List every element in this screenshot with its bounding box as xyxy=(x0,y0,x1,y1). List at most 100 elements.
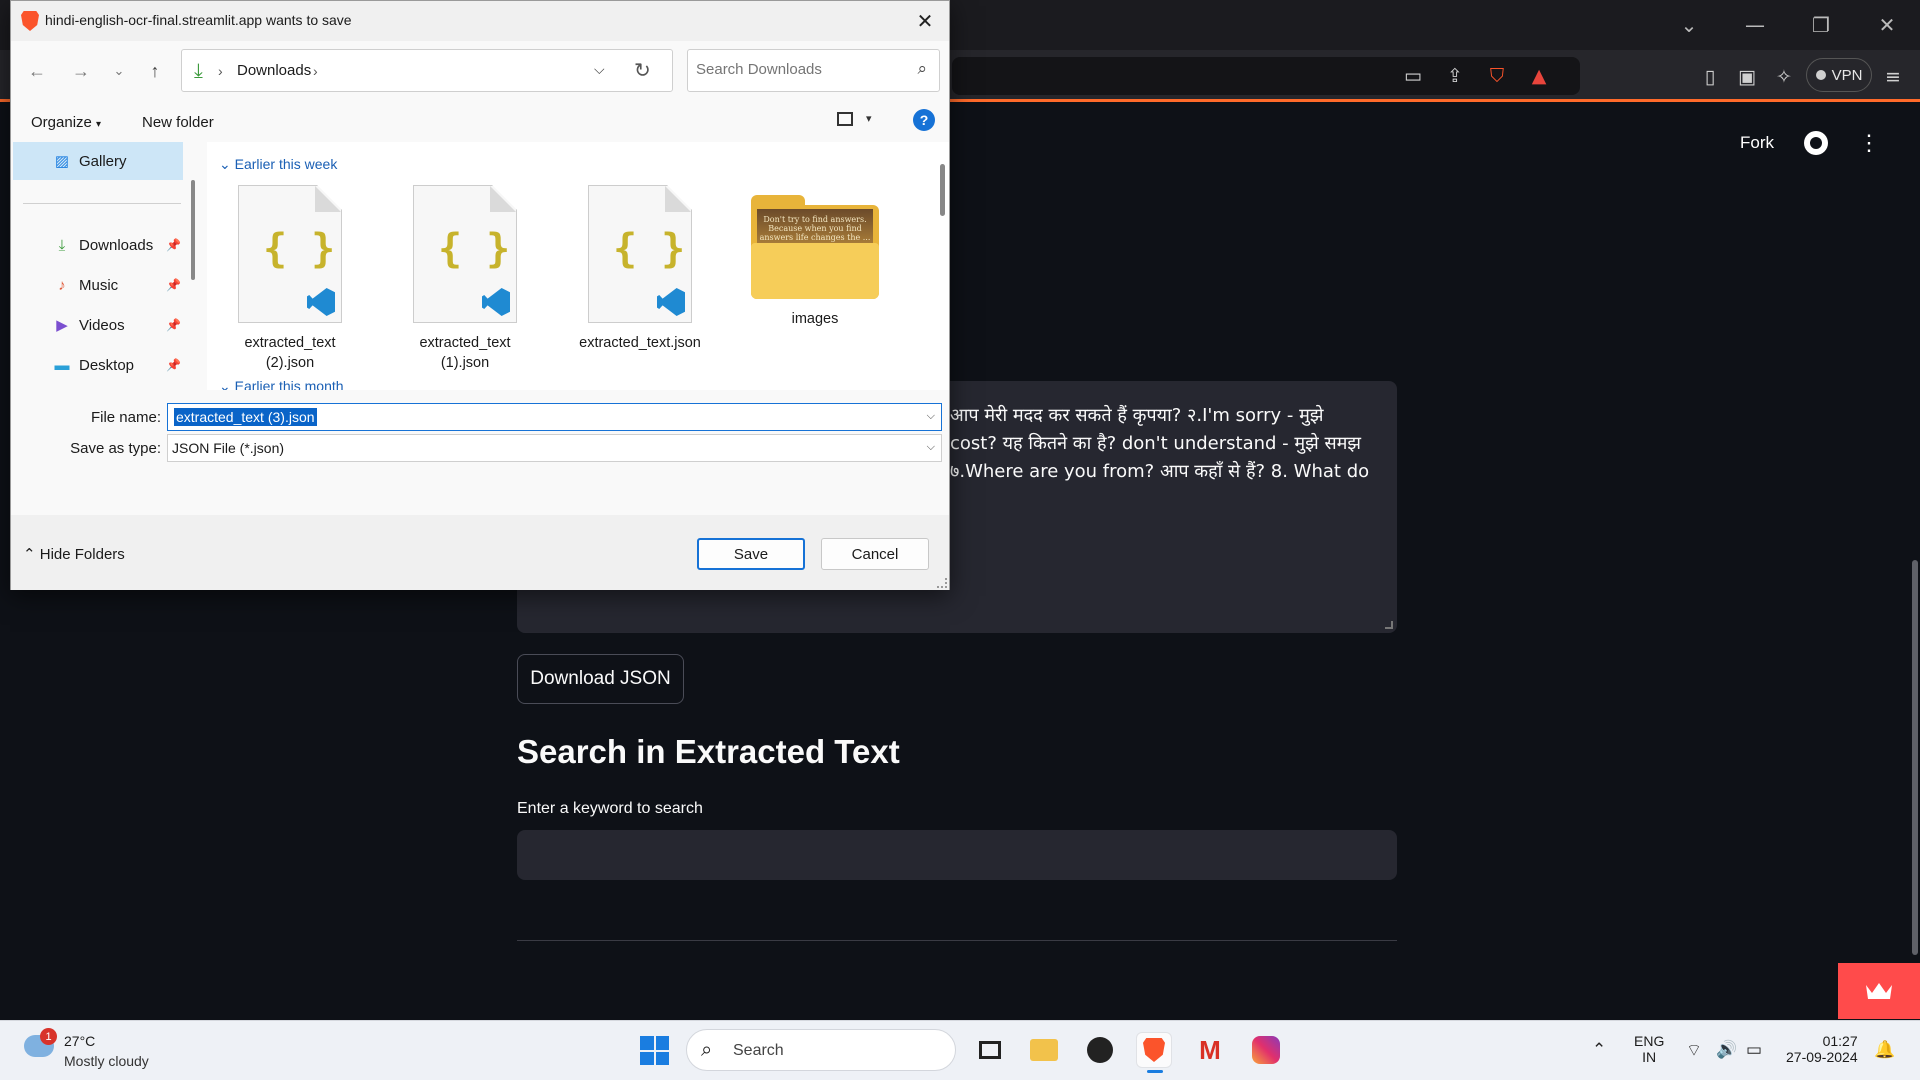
new-folder-button[interactable]: New folder xyxy=(142,114,214,131)
file-name-dropdown-chevron-icon[interactable]: ⌵ xyxy=(927,410,935,423)
save-type-row: Save as type: JSON File (*.json) ⌵ xyxy=(11,434,949,462)
file-list-scrollbar[interactable] xyxy=(940,164,945,216)
breadcrumb-downloads[interactable]: Downloads xyxy=(237,62,311,79)
cast-icon[interactable]: ▭ xyxy=(1400,63,1426,89)
json-file-icon: { } xyxy=(238,185,342,323)
search-label: Enter a keyword to search xyxy=(517,800,703,817)
main-menu-icon[interactable]: ⋮ xyxy=(1858,130,1880,156)
battery-icon[interactable]: ▭ xyxy=(1746,1040,1762,1060)
save-type-label: Save as type: xyxy=(70,440,161,457)
streamlit-crown-badge[interactable] xyxy=(1838,963,1920,1019)
taskbar-search[interactable]: ⌕ Search xyxy=(686,1029,956,1071)
share-icon[interactable]: ⇪ xyxy=(1442,63,1468,89)
dialog-resize-grip[interactable] xyxy=(937,578,947,588)
view-dropdown-chevron-icon[interactable]: ▾ xyxy=(866,112,872,125)
up-arrow-icon[interactable]: ↑ xyxy=(141,57,169,85)
group-header-this-week[interactable]: ⌄ Earlier this week xyxy=(219,156,337,173)
resize-handle[interactable] xyxy=(1385,621,1393,629)
address-bar[interactable]: ▭ ⇪ ⛉ ▲ xyxy=(952,57,1580,95)
dialog-title: hindi-english-ocr-final.streamlit.app wa… xyxy=(45,12,352,28)
divider xyxy=(517,940,1397,941)
restore-button[interactable]: ❐ xyxy=(1788,0,1854,50)
menu-icon[interactable]: ≡ xyxy=(1880,64,1906,90)
wifi-icon[interactable]: ⌔ xyxy=(1686,1040,1702,1061)
vpn-button[interactable]: VPN xyxy=(1806,58,1872,92)
fork-link[interactable]: Fork xyxy=(1740,133,1774,153)
search-heading: Search in Extracted Text xyxy=(517,733,900,770)
volume-icon[interactable]: 🔊 xyxy=(1716,1040,1737,1060)
clock[interactable]: 01:27 27-09-2024 xyxy=(1786,1033,1858,1065)
dialog-close-button[interactable]: ✕ xyxy=(909,5,941,37)
organize-menu[interactable]: Organize ▾ xyxy=(31,114,101,131)
search-downloads-box[interactable]: ⌕ xyxy=(687,49,940,92)
nav-item-videos[interactable]: ▶ Videos 📌 xyxy=(13,306,183,344)
nav-item-downloads[interactable]: ⤓ Downloads 📌 xyxy=(13,226,183,264)
nav-item-desktop[interactable]: ▬ Desktop 📌 xyxy=(13,346,183,384)
file-name-input[interactable]: extracted_text (3).json ⌵ xyxy=(167,403,942,431)
file-item[interactable]: { } extracted_text (1).json xyxy=(390,185,540,373)
organize-chevron-icon: ▾ xyxy=(96,119,102,130)
windows-taskbar: 1 27°C Mostly cloudy ⌕ Search M ⌃ ENG IN… xyxy=(0,1020,1920,1080)
file-name: extracted_text (2).json xyxy=(244,335,336,371)
recent-locations-chevron-icon[interactable]: ⌄ xyxy=(105,57,133,85)
address-breadcrumb[interactable]: ⤓ › Downloads › ⌵ ↻ xyxy=(181,49,673,92)
desktop-icon: ▬ xyxy=(54,356,70,374)
download-icon: ⤓ xyxy=(58,236,66,254)
breadcrumb-chevron-icon[interactable]: › xyxy=(218,63,223,79)
forward-arrow-icon[interactable]: → xyxy=(67,57,95,85)
pin-icon[interactable]: 📌 xyxy=(166,238,181,252)
file-item[interactable]: { } extracted_text.json xyxy=(565,185,715,353)
save-type-select[interactable]: JSON File (*.json) ⌵ xyxy=(167,434,942,462)
address-dropdown-chevron-icon[interactable]: ⌵ xyxy=(594,61,605,78)
file-explorer-button[interactable] xyxy=(1026,1032,1062,1068)
search-downloads-input[interactable] xyxy=(696,61,896,78)
nav-separator xyxy=(23,203,181,204)
brave-browser-button[interactable] xyxy=(1136,1032,1172,1073)
tab-list-chevron-icon[interactable]: ⌄ xyxy=(1656,0,1722,50)
json-file-icon: { } xyxy=(413,185,517,323)
notification-bell-icon[interactable]: 🔔 xyxy=(1874,1040,1895,1060)
json-file-icon: { } xyxy=(588,185,692,323)
folder-item[interactable]: Don't try to find answers. Because when … xyxy=(740,185,890,329)
page-scrollbar[interactable] xyxy=(1912,560,1918,955)
task-view-button[interactable] xyxy=(972,1032,1008,1068)
brave-shields-icon[interactable]: ⛉ xyxy=(1484,63,1510,89)
language-indicator[interactable]: ENG IN xyxy=(1634,1033,1664,1065)
group-header-this-month[interactable]: ⌄ Earlier this month xyxy=(219,378,344,390)
leo-ai-icon[interactable]: ✧ xyxy=(1771,64,1797,90)
breadcrumb-chevron-icon[interactable]: › xyxy=(313,63,318,79)
start-button[interactable] xyxy=(640,1036,669,1065)
video-icon: ▶ xyxy=(56,317,68,334)
sidebar-toggle-icon[interactable]: ▯ xyxy=(1697,64,1723,90)
obs-button[interactable] xyxy=(1082,1032,1118,1068)
cancel-button[interactable]: Cancel xyxy=(821,538,929,570)
keyword-search-input[interactable] xyxy=(517,830,1397,880)
help-icon[interactable]: ? xyxy=(913,109,935,131)
save-type-dropdown-chevron-icon[interactable]: ⌵ xyxy=(927,441,935,454)
github-icon[interactable] xyxy=(1804,131,1828,155)
hide-folders-toggle[interactable]: ⌃ Hide Folders xyxy=(23,545,125,563)
gmail-button[interactable]: M xyxy=(1192,1032,1228,1068)
close-window-button[interactable]: ✕ xyxy=(1854,0,1920,50)
file-name-label: File name: xyxy=(90,409,161,426)
pin-icon[interactable]: 📌 xyxy=(166,318,181,332)
view-options-icon[interactable] xyxy=(837,112,853,126)
nav-item-music[interactable]: ♪ Music 📌 xyxy=(13,266,183,304)
brave-logo-icon xyxy=(21,11,39,31)
brave-rewards-icon[interactable]: ▲ xyxy=(1526,63,1552,89)
gallery-icon: ▨ xyxy=(54,153,70,170)
file-item[interactable]: { } extracted_text (2).json xyxy=(215,185,365,373)
pin-icon[interactable]: 📌 xyxy=(166,278,181,292)
pin-icon[interactable]: 📌 xyxy=(166,358,181,372)
wallet-icon[interactable]: ▣ xyxy=(1734,64,1760,90)
nav-pane-scrollbar[interactable] xyxy=(191,180,195,280)
show-hidden-icons-chevron-icon[interactable]: ⌃ xyxy=(1592,1040,1606,1060)
save-button[interactable]: Save xyxy=(697,538,805,570)
back-arrow-icon[interactable]: ← xyxy=(23,57,51,85)
nav-item-gallery[interactable]: ▨ Gallery xyxy=(13,142,183,180)
download-json-button[interactable]: Download JSON xyxy=(517,654,684,704)
weather-condition: Mostly cloudy xyxy=(64,1053,149,1069)
instagram-button[interactable] xyxy=(1248,1032,1284,1068)
refresh-icon[interactable]: ↻ xyxy=(634,58,651,83)
minimize-button[interactable]: — xyxy=(1722,0,1788,50)
